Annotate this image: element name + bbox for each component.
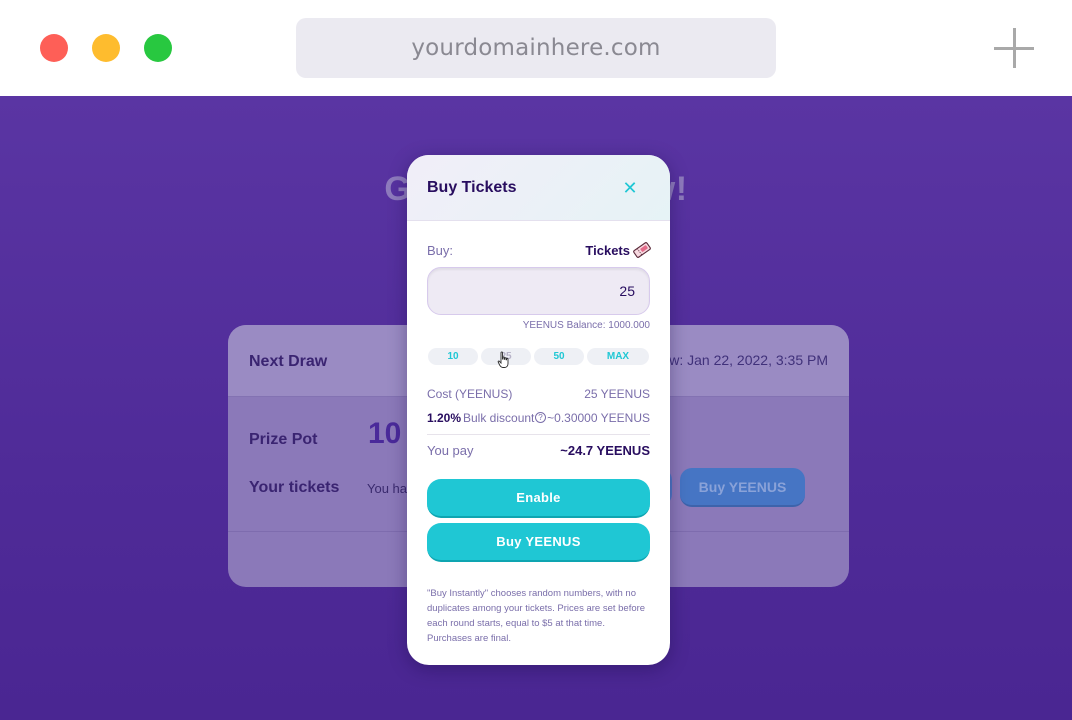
quick-amount-50-button[interactable]: 50 [534, 348, 584, 365]
cost-label: Cost (YEENUS) [427, 387, 513, 401]
token-balance: YEENUS Balance: 1000.000 [522, 320, 650, 331]
modal-header: Buy Tickets ✕ [407, 155, 670, 221]
new-tab-plus-icon[interactable] [994, 28, 1034, 68]
maximize-window-button[interactable] [144, 34, 172, 62]
discount-value: ~0.30000 YEENUS [547, 411, 650, 425]
quick-amount-row: 10 25 50 MAX [428, 348, 650, 365]
buy-tickets-modal: Buy Tickets ✕ Buy: Tickets YEENUS Balanc… [407, 155, 670, 665]
background-buy-button[interactable]: Buy YEENUS [680, 468, 805, 507]
prize-pot-value: 10 [368, 417, 402, 450]
close-icon[interactable]: ✕ [622, 179, 638, 197]
your-tickets-label: Your tickets [249, 479, 340, 496]
quick-amount-10-button[interactable]: 10 [428, 348, 478, 365]
discount-label: Bulk discount [463, 411, 535, 425]
prize-pot-label: Prize Pot [249, 431, 318, 448]
cost-value: 25 YEENUS [584, 387, 650, 401]
address-bar[interactable]: yourdomainhere.com [296, 18, 776, 78]
purchase-footnote: "Buy Instantly" chooses random numbers, … [427, 588, 646, 644]
buy-label: Buy: [427, 243, 454, 258]
help-icon[interactable]: ? [535, 412, 546, 423]
close-window-button[interactable] [40, 34, 68, 62]
minimize-window-button[interactable] [92, 34, 120, 62]
currency-label: Tickets [585, 243, 630, 258]
enable-button[interactable]: Enable [427, 479, 650, 518]
modal-title: Buy Tickets [427, 179, 517, 196]
your-tickets-text: You ha [367, 481, 408, 496]
discount-percent: 1.20% [427, 411, 462, 425]
you-pay-label: You pay [427, 443, 474, 458]
you-pay-value: ~24.7 YEENUS [560, 443, 650, 458]
ticket-icon [633, 242, 651, 258]
draw-time: aw: Jan 22, 2022, 3:35 PM [661, 352, 828, 368]
summary-divider [427, 434, 650, 435]
quick-amount-max-button[interactable]: MAX [587, 348, 649, 365]
hand-cursor-icon [497, 351, 509, 368]
address-bar-url: yourdomainhere.com [411, 35, 661, 61]
next-draw-label: Next Draw [249, 353, 328, 370]
ticket-quantity-input[interactable] [427, 267, 650, 315]
browser-chrome: yourdomainhere.com [0, 0, 1072, 96]
buy-button[interactable]: Buy YEENUS [427, 523, 650, 562]
